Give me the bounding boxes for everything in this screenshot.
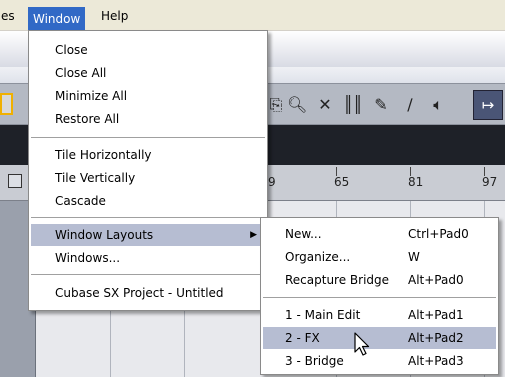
submenu-item-shortcut: Ctrl+Pad0 xyxy=(408,227,469,241)
menu-help[interactable]: Help xyxy=(96,7,133,27)
menu-separator xyxy=(31,274,265,275)
submenu-item-label: 1 - Main Edit xyxy=(285,308,361,322)
submenu-item-bridge[interactable]: 3 - Bridge Alt+Pad3 xyxy=(263,350,496,372)
menu-item-windows[interactable]: Windows... xyxy=(31,247,265,269)
submenu-item-label: Organize... xyxy=(285,250,351,264)
menu-item-label: Restore All xyxy=(55,112,120,126)
menu-item-cascade[interactable]: Cascade xyxy=(31,190,265,212)
submenu-arrow-icon: ▶ xyxy=(250,230,257,240)
menu-item-label: Minimize All xyxy=(55,89,128,103)
menu-item-restore-all[interactable]: Restore All xyxy=(31,108,265,130)
menu-item-label: Cubase SX Project - Untitled xyxy=(55,286,224,300)
quantize-tool-icon[interactable]: ║║ xyxy=(340,94,366,116)
menu-item-close[interactable]: Close xyxy=(31,39,265,61)
menu-item-project[interactable]: Cubase SX Project - Untitled xyxy=(31,282,265,304)
menu-item-label: Cascade xyxy=(55,194,106,208)
menu-item-minimize-all[interactable]: Minimize All xyxy=(31,85,265,107)
submenu-item-shortcut: Alt+Pad1 xyxy=(408,308,464,322)
submenu-item-fx[interactable]: 2 - FX Alt+Pad2 xyxy=(263,327,496,349)
menu-item-label: Close All xyxy=(55,66,107,80)
menu-separator xyxy=(263,297,496,298)
line-tool-icon[interactable]: ∕ xyxy=(400,94,420,116)
window-menu: Close Close All Minimize All Restore All… xyxy=(28,30,268,311)
menu-item-label: Close xyxy=(55,43,88,57)
ruler-label: 9 xyxy=(268,175,276,189)
menu-separator xyxy=(31,137,265,138)
menu-item-label: Tile Horizontally xyxy=(55,148,152,162)
menu-item-label: Window Layouts xyxy=(55,228,154,242)
ruler-label: 65 xyxy=(334,175,350,189)
erase-tool-icon[interactable]: ✕ xyxy=(315,94,335,116)
mouse-cursor-icon xyxy=(354,332,370,356)
ruler-label: 97 xyxy=(482,175,498,189)
menubar: es Window Help xyxy=(0,0,505,31)
zoom-tool-icon[interactable]: 🔍︎ xyxy=(287,94,307,116)
submenu-item-label: 3 - Bridge xyxy=(285,354,344,368)
window-layouts-submenu: New... Ctrl+Pad0 Organize... W Recapture… xyxy=(260,217,499,375)
submenu-item-organize[interactable]: Organize... W xyxy=(263,246,496,268)
submenu-item-shortcut: W xyxy=(408,250,420,264)
speaker-tool-icon[interactable]: 🔈︎ xyxy=(428,94,448,116)
submenu-item-shortcut: Alt+Pad3 xyxy=(408,354,464,368)
menu-item-label: Tile Vertically xyxy=(55,171,136,185)
menu-es[interactable]: es xyxy=(0,7,18,27)
snap-toggle-icon[interactable]: ↦ xyxy=(473,90,503,120)
menu-item-close-all[interactable]: Close All xyxy=(31,62,265,84)
glue-tool-icon[interactable]: ⎘ xyxy=(266,94,286,116)
ruler-options-icon[interactable] xyxy=(8,174,22,188)
submenu-item-main-edit[interactable]: 1 - Main Edit Alt+Pad1 xyxy=(263,304,496,326)
menu-item-tile-vertically[interactable]: Tile Vertically xyxy=(31,167,265,189)
menu-item-tile-horizontally[interactable]: Tile Horizontally xyxy=(31,144,265,166)
submenu-item-label: New... xyxy=(285,227,322,241)
draw-tool-icon[interactable]: ✎ xyxy=(371,94,391,116)
ruler-label: 81 xyxy=(408,175,424,189)
menu-item-window-layouts[interactable]: Window Layouts ▶ xyxy=(31,224,265,246)
submenu-item-new[interactable]: New... Ctrl+Pad0 xyxy=(263,223,496,245)
submenu-item-label: 2 - FX xyxy=(285,331,320,345)
toolbar-button-active[interactable] xyxy=(0,93,13,115)
menu-item-label: Windows... xyxy=(55,251,121,265)
submenu-item-shortcut: Alt+Pad0 xyxy=(408,273,464,287)
menu-separator xyxy=(31,217,265,218)
submenu-item-label: Recapture Bridge xyxy=(285,273,390,287)
menu-window[interactable]: Window xyxy=(28,7,86,30)
submenu-item-recapture-bridge[interactable]: Recapture Bridge Alt+Pad0 xyxy=(263,269,496,291)
submenu-item-shortcut: Alt+Pad2 xyxy=(408,331,464,345)
